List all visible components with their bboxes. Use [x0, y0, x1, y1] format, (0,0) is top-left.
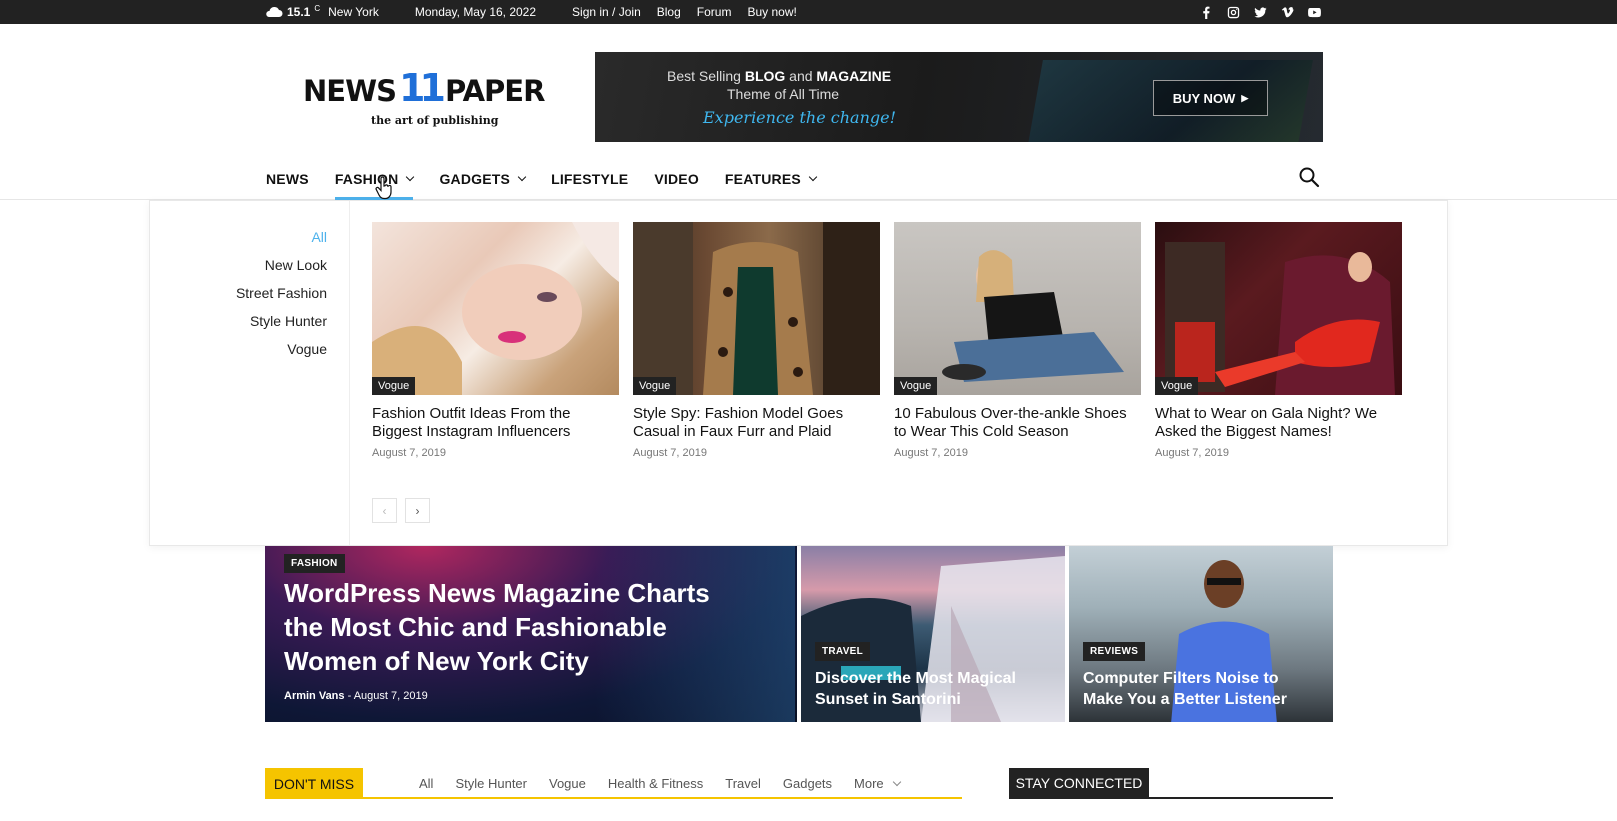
subcat-new-look[interactable]: New Look: [150, 251, 327, 279]
tab-vogue[interactable]: Vogue: [549, 776, 586, 791]
header-ad-banner[interactable]: Best Selling BLOG and MAGAZINE Theme of …: [595, 52, 1323, 142]
hero-meta: Armin Vans - August 7, 2019: [284, 690, 428, 702]
logo-tagline: the art of publishing: [371, 114, 499, 127]
subcat-street-fashion[interactable]: Street Fashion: [150, 279, 327, 307]
subcat-style-hunter[interactable]: Style Hunter: [150, 307, 327, 335]
weather-city: New York: [328, 5, 379, 19]
fashion-mega-menu: All New Look Street Fashion Style Hunter…: [149, 200, 1448, 546]
nav-item-news[interactable]: NEWS: [266, 158, 309, 200]
logo-word-paper: PAPER: [445, 74, 545, 108]
banner-line-1: Best Selling BLOG and MAGAZINE: [667, 68, 892, 84]
tab-style-hunter[interactable]: Style Hunter: [455, 776, 527, 791]
instagram-icon[interactable]: [1227, 6, 1240, 19]
twitter-icon[interactable]: [1254, 6, 1267, 19]
post-date: August 7, 2019: [633, 447, 708, 459]
mega-post-card[interactable]: Vogue Style Spy: Fashion Model Goes Casu…: [633, 222, 880, 459]
tile-title[interactable]: Discover the Most Magical Sunset in Sant…: [815, 668, 1055, 710]
chevron-down-icon: [517, 172, 527, 182]
post-thumbnail[interactable]: Vogue: [372, 222, 619, 395]
dont-miss-label: DON'T MISS: [265, 768, 363, 799]
post-title[interactable]: 10 Fabulous Over-the-ankle Shoes to Wear…: [894, 405, 1141, 441]
logo-word-news: NEWS: [303, 74, 397, 108]
tile-category-badge[interactable]: TRAVEL: [815, 642, 871, 661]
site-logo[interactable]: NEWS 11 PAPER the art of publishing: [303, 46, 553, 127]
stay-connected-label: STAY CONNECTED: [1009, 768, 1149, 798]
mega-post-card[interactable]: Vogue What to Wear on Gala Night? We Ask…: [1155, 222, 1402, 459]
mega-post-card[interactable]: Vogue 10 Fabulous Over-the-ankle Shoes t…: [894, 222, 1141, 459]
tile-category-badge[interactable]: REVIEWS: [1083, 642, 1146, 661]
dont-miss-tabs: All Style Hunter Vogue Health & Fitness …: [419, 776, 901, 791]
cloud-icon: [266, 6, 283, 17]
post-title[interactable]: Fashion Outfit Ideas From the Biggest In…: [372, 405, 619, 441]
post-thumbnail[interactable]: Vogue: [894, 222, 1141, 395]
caret-right-icon: ▶: [1241, 92, 1249, 103]
weather-temp: 15.1: [287, 5, 311, 19]
chevron-down-icon: [406, 172, 415, 182]
hero-title[interactable]: WordPress News Magazine Charts the Most …: [284, 576, 754, 678]
sign-in-link[interactable]: Sign in / Join: [572, 5, 641, 19]
banner-buy-now-button[interactable]: BUY NOW ▶: [1153, 80, 1268, 116]
search-icon[interactable]: [1298, 166, 1320, 188]
tab-all[interactable]: All: [419, 776, 433, 791]
post-date: August 7, 2019: [1155, 447, 1230, 459]
post-title[interactable]: Style Spy: Fashion Model Goes Casual in …: [633, 405, 880, 441]
nav-item-video[interactable]: VIDEO: [654, 158, 699, 200]
youtube-icon[interactable]: [1308, 6, 1321, 19]
mega-menu-pager: ‹ ›: [372, 498, 430, 523]
hero-category-badge[interactable]: FASHION: [284, 554, 345, 573]
chevron-down-icon: [808, 172, 818, 182]
main-nav: NEWS FASHION GADGETS LIFESTYLE VIDEO FEA…: [266, 158, 842, 200]
nav-item-gadgets[interactable]: GADGETS: [439, 158, 527, 200]
post-category-badge[interactable]: Vogue: [894, 377, 938, 395]
tab-health-fitness[interactable]: Health & Fitness: [608, 776, 703, 791]
featured-post-main[interactable]: FASHION WordPress News Magazine Charts t…: [265, 546, 797, 722]
tile-title[interactable]: Computer Filters Noise to Make You a Bet…: [1083, 668, 1323, 710]
tab-gadgets[interactable]: Gadgets: [783, 776, 832, 791]
nav-item-lifestyle[interactable]: LIFESTYLE: [551, 158, 628, 200]
next-page-button[interactable]: ›: [405, 498, 430, 523]
tab-travel[interactable]: Travel: [725, 776, 761, 791]
hero-author[interactable]: Armin Vans: [284, 690, 345, 702]
subcat-all[interactable]: All: [150, 223, 327, 251]
facebook-icon[interactable]: [1200, 6, 1213, 19]
post-date: August 7, 2019: [372, 447, 447, 459]
weather-widget: 15.1 C New York: [265, 3, 379, 19]
chevron-down-icon: [892, 777, 901, 786]
blog-link[interactable]: Blog: [657, 5, 681, 19]
tab-more[interactable]: More: [854, 776, 901, 791]
featured-post-tile[interactable]: TRAVEL Discover the Most Magical Sunset …: [801, 546, 1065, 722]
weather-unit: C: [314, 3, 321, 13]
top-bar: 15.1 C New York Monday, May 16, 2022 Sig…: [0, 0, 1617, 24]
buy-now-link[interactable]: Buy now!: [747, 5, 796, 19]
post-date: August 7, 2019: [894, 447, 969, 459]
subcat-vogue[interactable]: Vogue: [150, 335, 327, 363]
mega-post-card[interactable]: Vogue Fashion Outfit Ideas From the Bigg…: [372, 222, 619, 459]
post-thumbnail[interactable]: Vogue: [1155, 222, 1402, 395]
post-category-badge[interactable]: Vogue: [1155, 377, 1199, 395]
post-thumbnail[interactable]: Vogue: [633, 222, 880, 395]
logo-number: 11: [399, 66, 446, 110]
vimeo-icon[interactable]: [1281, 6, 1294, 19]
forum-link[interactable]: Forum: [697, 5, 732, 19]
post-category-badge[interactable]: Vogue: [372, 377, 416, 395]
banner-line-2: Theme of All Time: [727, 86, 840, 102]
subcategory-list: All New Look Street Fashion Style Hunter…: [150, 201, 350, 545]
hand-cursor-icon: [375, 176, 392, 200]
post-category-badge[interactable]: Vogue: [633, 377, 677, 395]
top-date: Monday, May 16, 2022: [414, 5, 537, 19]
prev-page-button[interactable]: ‹: [372, 498, 397, 523]
banner-line-3: Experience the change!: [703, 108, 897, 127]
post-title[interactable]: What to Wear on Gala Night? We Asked the…: [1155, 405, 1402, 441]
nav-item-features[interactable]: FEATURES: [725, 158, 818, 200]
featured-post-tile[interactable]: REVIEWS Computer Filters Noise to Make Y…: [1069, 546, 1333, 722]
hero-date: August 7, 2019: [353, 690, 428, 702]
